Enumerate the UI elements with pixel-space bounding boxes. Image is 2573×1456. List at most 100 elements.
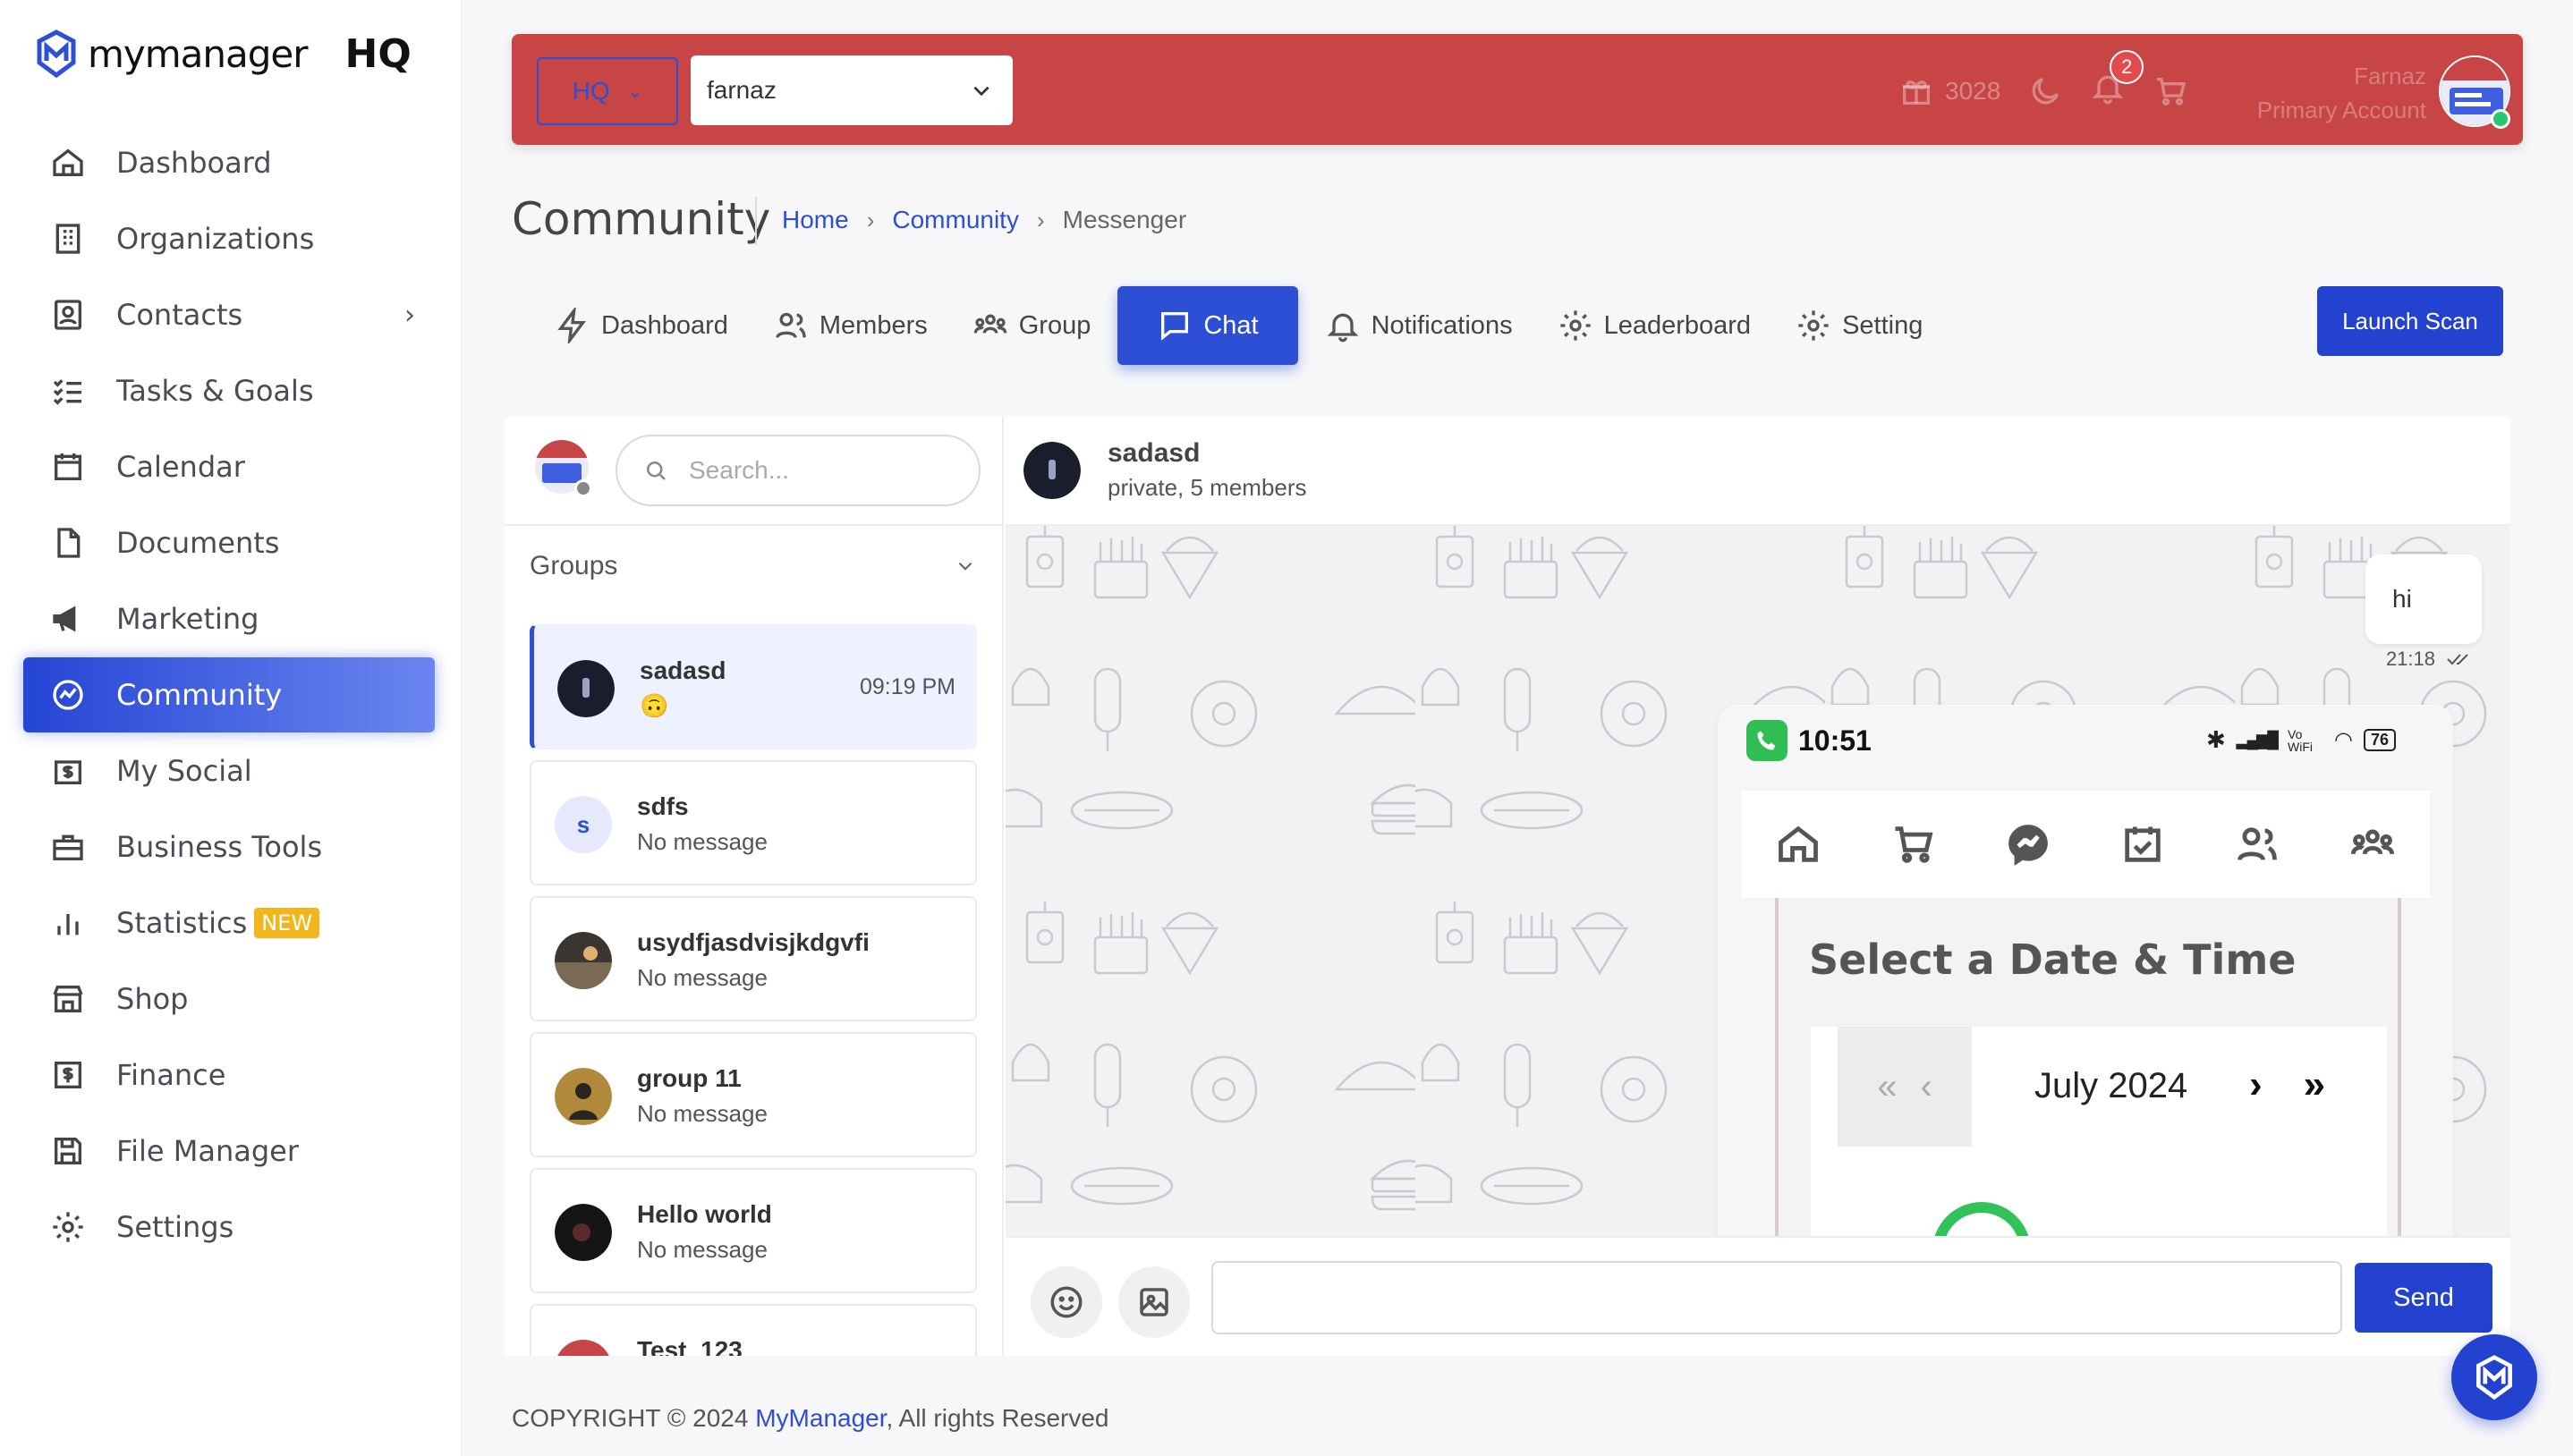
mymanager-logo-icon	[37, 30, 76, 79]
tab-chat[interactable]: Chat	[1117, 286, 1298, 365]
gear-icon	[50, 1209, 86, 1245]
gear-icon	[1798, 310, 1829, 341]
outgoing-message[interactable]: hi	[2365, 554, 2482, 644]
send-button[interactable]: Send	[2355, 1263, 2492, 1333]
sidebar-item-statistics[interactable]: Statistics NEW	[23, 885, 435, 961]
megaphone-icon	[50, 601, 86, 637]
image-attachment[interactable]: 10:51 ✱ ▂▄▆█ Vo WiFi ◠ 76 Select a Date …	[1718, 705, 2453, 1236]
group-name: sdfs	[637, 792, 689, 820]
home-icon	[1779, 825, 1819, 862]
sidebar-item-organizations[interactable]: Organizations	[23, 201, 435, 276]
sidebar-item-label: Dashboard	[116, 146, 272, 180]
sidebar-nav: Dashboard Organizations Contacts › Tasks…	[23, 125, 435, 1266]
list-item[interactable]: s sdfs No message	[530, 760, 977, 885]
tab-members[interactable]: Members	[755, 286, 946, 365]
search-input[interactable]	[689, 456, 957, 485]
sidebar-item-marketing[interactable]: Marketing	[23, 581, 435, 656]
bluetooth-icon: ✱	[2206, 726, 2226, 753]
search-icon	[647, 461, 666, 480]
avatar[interactable]	[1023, 442, 1081, 499]
prev-month-icon: ‹	[1920, 1066, 1932, 1106]
document-icon	[50, 525, 86, 561]
group-avatar	[555, 1204, 612, 1261]
message-input[interactable]	[1211, 1261, 2342, 1334]
tab-dashboard[interactable]: Dashboard	[537, 286, 746, 365]
conversation: sadasd private, 5 members hi 21:18 10:51…	[1006, 417, 2510, 1356]
shop-icon	[50, 981, 86, 1017]
launch-scan-button[interactable]: Launch Scan	[2317, 286, 2503, 356]
tab-label: Members	[819, 310, 928, 340]
sidebar: mymanager HQ Dashboard Organizations Con…	[0, 0, 462, 1456]
emoji-button[interactable]	[1031, 1266, 1102, 1338]
tab-setting[interactable]: Setting	[1778, 286, 1940, 365]
cart-icon	[1895, 826, 1934, 863]
sidebar-item-label: Business Tools	[116, 830, 323, 864]
sidebar-item-shop[interactable]: Shop	[23, 961, 435, 1037]
tab-notifications[interactable]: Notifications	[1307, 286, 1531, 365]
sidebar-item-label: Shop	[116, 982, 189, 1016]
organization-select[interactable]: farnaz	[691, 55, 1013, 125]
notifications-button[interactable]: 2	[2090, 50, 2144, 112]
moon-icon[interactable]	[2027, 73, 2063, 109]
tab-group[interactable]: Group	[955, 286, 1109, 365]
group-last-message: No message	[637, 828, 768, 855]
gift-icon	[1903, 80, 1930, 105]
breadcrumb: Home › Community › Messenger	[782, 206, 1186, 234]
tab-label: Setting	[1842, 310, 1923, 340]
sidebar-item-calendar[interactable]: Calendar	[23, 429, 435, 504]
user-info[interactable]: Farnaz Primary Account	[2257, 59, 2426, 127]
chat-sidebar: Groups sadasd 🙃 09:19 PM s sdfs No messa…	[505, 417, 1004, 1356]
hq-select-value: HQ	[572, 77, 610, 105]
footer-copyright: COPYRIGHT © 2024	[512, 1404, 756, 1432]
tab-leaderboard[interactable]: Leaderboard	[1540, 286, 1769, 365]
breadcrumb-community[interactable]: Community	[892, 206, 1019, 234]
bar-chart-icon	[50, 905, 86, 941]
calendar-month: July 2024	[2034, 1066, 2188, 1105]
list-item[interactable]: Test_123	[530, 1304, 977, 1356]
sidebar-item-dashboard[interactable]: Dashboard	[23, 125, 435, 200]
community-tabs: Dashboard Members Group Chat Notificatio…	[537, 286, 1949, 365]
chat-icon	[1161, 312, 1189, 341]
list-item[interactable]: group 11 No message	[530, 1032, 977, 1157]
hq-select[interactable]: HQ ⌄	[537, 57, 678, 125]
list-item[interactable]: Hello world No message	[530, 1168, 977, 1293]
chat-search[interactable]	[616, 435, 981, 506]
sidebar-item-label: Finance	[116, 1058, 226, 1092]
top-bar: HQ ⌄ farnaz 3028 2 Farnaz Primary Accoun…	[512, 34, 2523, 145]
sidebar-item-business-tools[interactable]: Business Tools	[23, 809, 435, 885]
sidebar-item-documents[interactable]: Documents	[23, 505, 435, 580]
sidebar-item-my-social[interactable]: My Social	[23, 733, 435, 808]
chevron-down-icon	[958, 562, 972, 571]
chevron-right-icon: ›	[1036, 206, 1045, 233]
mymanager-logo-icon	[2476, 1355, 2512, 1401]
footer-brand-link[interactable]: MyManager	[755, 1404, 886, 1432]
next-month-icon: ›	[2249, 1062, 2263, 1106]
sidebar-item-label: Settings	[116, 1210, 234, 1244]
list-item[interactable]: sadasd 🙃 09:19 PM	[530, 624, 977, 749]
attach-image-button[interactable]	[1118, 1266, 1190, 1338]
points-widget[interactable]: 3028	[1898, 73, 2000, 109]
sidebar-item-community[interactable]: Community	[23, 657, 435, 732]
floating-assistant-button[interactable]	[2451, 1334, 2537, 1420]
breadcrumb-home[interactable]: Home	[782, 206, 849, 234]
image-icon	[1140, 1288, 1168, 1316]
calendar-icon	[50, 449, 86, 485]
sidebar-item-file-manager[interactable]: File Manager	[23, 1113, 435, 1189]
online-status-dot	[2491, 109, 2510, 129]
conversation-header: sadasd private, 5 members	[1006, 417, 2510, 526]
message-area[interactable]: hi 21:18 10:51 ✱ ▂▄▆█ Vo WiFi ◠ 76 Selec…	[1006, 526, 2510, 1236]
sidebar-item-contacts[interactable]: Contacts ›	[23, 277, 435, 352]
footer: COPYRIGHT © 2024 MyManager, All rights R…	[512, 1404, 1109, 1433]
brand[interactable]: mymanager HQ	[34, 27, 412, 80]
brand-name: mymanager	[88, 31, 309, 76]
list-item[interactable]: usydfjasdvisjkdgvfi No message	[530, 896, 977, 1021]
notification-count-badge: 2	[2110, 50, 2144, 84]
messenger-icon	[2008, 825, 2048, 866]
battery-icon: 76	[2363, 729, 2396, 751]
sidebar-item-finance[interactable]: Finance	[23, 1037, 435, 1113]
message-time: 21:18	[2385, 648, 2435, 670]
sidebar-item-tasks-goals[interactable]: Tasks & Goals	[23, 353, 435, 428]
cart-icon[interactable]	[2153, 73, 2188, 109]
sidebar-item-settings[interactable]: Settings	[23, 1189, 435, 1265]
groups-section-header[interactable]: Groups	[530, 551, 977, 581]
